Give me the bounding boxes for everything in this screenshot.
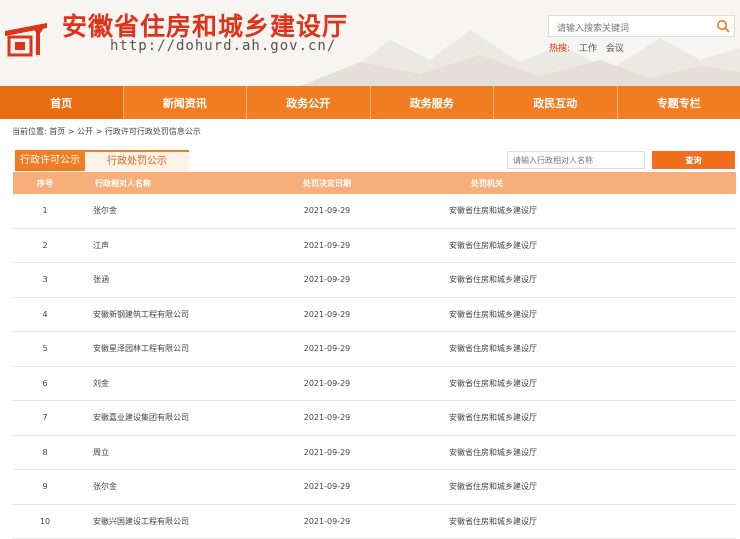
row-party-name: 安徽兴国建设工程有限公司 xyxy=(77,516,275,527)
table-row[interactable]: 3张涵2021-09-29安徽省住房和城乡建设厅 xyxy=(13,263,736,298)
row-decision-date: 2021-09-29 xyxy=(275,413,379,422)
row-party-name: 张尔金 xyxy=(77,205,275,216)
tab-permit-disclosure[interactable]: 行政许可公示 xyxy=(15,150,85,171)
row-index: 9 xyxy=(13,482,77,491)
row-index: 8 xyxy=(13,448,77,457)
header-party-name: 行政相对人名称 xyxy=(77,178,275,189)
nav-item-gov-services[interactable]: 政务服务 xyxy=(371,86,495,119)
row-party-name: 江声 xyxy=(77,240,275,251)
nav-item-home[interactable]: 首页 xyxy=(0,86,124,119)
row-authority: 安徽省住房和城乡建设厅 xyxy=(379,412,609,423)
row-decision-date: 2021-09-29 xyxy=(275,206,379,215)
row-authority: 安徽省住房和城乡建设厅 xyxy=(379,481,609,492)
row-index: 7 xyxy=(13,413,77,422)
hot-search: 热搜: 工作 会议 xyxy=(549,41,624,54)
nav-item-special-topics[interactable]: 专题专栏 xyxy=(618,86,740,119)
row-party-name: 安徽新钢建筑工程有限公司 xyxy=(77,309,275,320)
tab-penalty-disclosure[interactable]: 行政处罚公示 xyxy=(85,150,189,171)
table-row[interactable]: 7安徽嘉业建设集团有限公司2021-09-29安徽省住房和城乡建设厅 xyxy=(13,401,736,436)
row-decision-date: 2021-09-29 xyxy=(275,275,379,284)
hot-keyword-meeting[interactable]: 会议 xyxy=(606,44,624,54)
table-row[interactable]: 1张尔金2021-09-29安徽省住房和城乡建设厅 xyxy=(13,194,736,229)
row-party-name: 张涵 xyxy=(77,274,275,285)
site-url: http://dohurd.ah.gov.cn/ xyxy=(110,38,336,54)
table-row[interactable]: 10安徽兴国建设工程有限公司2021-09-29安徽省住房和城乡建设厅 xyxy=(13,505,736,539)
row-authority: 安徽省住房和城乡建设厅 xyxy=(379,205,609,216)
party-name-search-input[interactable] xyxy=(507,151,645,169)
row-decision-date: 2021-09-29 xyxy=(275,448,379,457)
row-party-name: 安徽嘉业建设集团有限公司 xyxy=(77,412,275,423)
header-index: 序号 xyxy=(13,178,77,189)
penalty-table: 序号 行政相对人名称 处罚决定日期 处罚机关 1张尔金2021-09-29安徽省… xyxy=(13,172,736,539)
row-decision-date: 2021-09-29 xyxy=(275,482,379,491)
header-decision-date: 处罚决定日期 xyxy=(275,178,379,189)
row-decision-date: 2021-09-29 xyxy=(275,344,379,353)
table-row[interactable]: 8周立2021-09-29安徽省住房和城乡建设厅 xyxy=(13,436,736,471)
table-row[interactable]: 5安徽星泽园林工程有限公司2021-09-29安徽省住房和城乡建设厅 xyxy=(13,332,736,367)
tab-bar: 行政许可公示 行政处罚公示 xyxy=(15,150,189,171)
table-header: 序号 行政相对人名称 处罚决定日期 处罚机关 xyxy=(13,172,736,194)
main-nav: 首页 新闻资讯 政务公开 政务服务 政民互动 专题专栏 xyxy=(0,86,740,119)
nav-item-gov-affairs[interactable]: 政务公开 xyxy=(247,86,371,119)
table-row[interactable]: 4安徽新钢建筑工程有限公司2021-09-29安徽省住房和城乡建设厅 xyxy=(13,298,736,333)
table-row[interactable]: 2江声2021-09-29安徽省住房和城乡建设厅 xyxy=(13,229,736,264)
row-index: 4 xyxy=(13,310,77,319)
row-index: 10 xyxy=(13,517,77,526)
row-index: 2 xyxy=(13,241,77,250)
breadcrumb: 当前位置: 首页 > 公开 > 行政许可行政处罚信息公示 xyxy=(12,126,201,137)
row-decision-date: 2021-09-29 xyxy=(275,310,379,319)
row-party-name: 张尔金 xyxy=(77,481,275,492)
row-index: 3 xyxy=(13,275,77,284)
row-index: 6 xyxy=(13,379,77,388)
table-row[interactable]: 6刘金2021-09-29安徽省住房和城乡建设厅 xyxy=(13,367,736,402)
row-index: 1 xyxy=(13,206,77,215)
house-logo-icon xyxy=(3,17,49,57)
row-authority: 安徽省住房和城乡建设厅 xyxy=(379,240,609,251)
row-index: 5 xyxy=(13,344,77,353)
query-button[interactable]: 查询 xyxy=(652,151,735,169)
site-search-input[interactable] xyxy=(555,19,719,39)
site-search xyxy=(548,15,735,37)
hot-search-label: 热搜: xyxy=(549,44,570,54)
row-authority: 安徽省住房和城乡建设厅 xyxy=(379,274,609,285)
row-decision-date: 2021-09-29 xyxy=(275,517,379,526)
header-authority: 处罚机关 xyxy=(379,178,631,189)
row-party-name: 周立 xyxy=(77,447,275,458)
row-authority: 安徽省住房和城乡建设厅 xyxy=(379,516,609,527)
row-authority: 安徽省住房和城乡建设厅 xyxy=(379,309,609,320)
row-party-name: 安徽星泽园林工程有限公司 xyxy=(77,343,275,354)
nav-item-interaction[interactable]: 政民互动 xyxy=(494,86,618,119)
search-icon[interactable] xyxy=(716,19,730,33)
row-authority: 安徽省住房和城乡建设厅 xyxy=(379,378,609,389)
row-authority: 安徽省住房和城乡建设厅 xyxy=(379,343,609,354)
row-authority: 安徽省住房和城乡建设厅 xyxy=(379,447,609,458)
site-header: 安徽省住房和城乡建设厅 http://dohurd.ah.gov.cn/ 热搜:… xyxy=(0,0,740,86)
nav-item-news[interactable]: 新闻资讯 xyxy=(124,86,248,119)
table-row[interactable]: 9张尔金2021-09-29安徽省住房和城乡建设厅 xyxy=(13,470,736,505)
row-decision-date: 2021-09-29 xyxy=(275,379,379,388)
row-party-name: 刘金 xyxy=(77,378,275,389)
table-body: 1张尔金2021-09-29安徽省住房和城乡建设厅2江声2021-09-29安徽… xyxy=(13,194,736,539)
hot-keyword-work[interactable]: 工作 xyxy=(579,44,597,54)
row-decision-date: 2021-09-29 xyxy=(275,241,379,250)
